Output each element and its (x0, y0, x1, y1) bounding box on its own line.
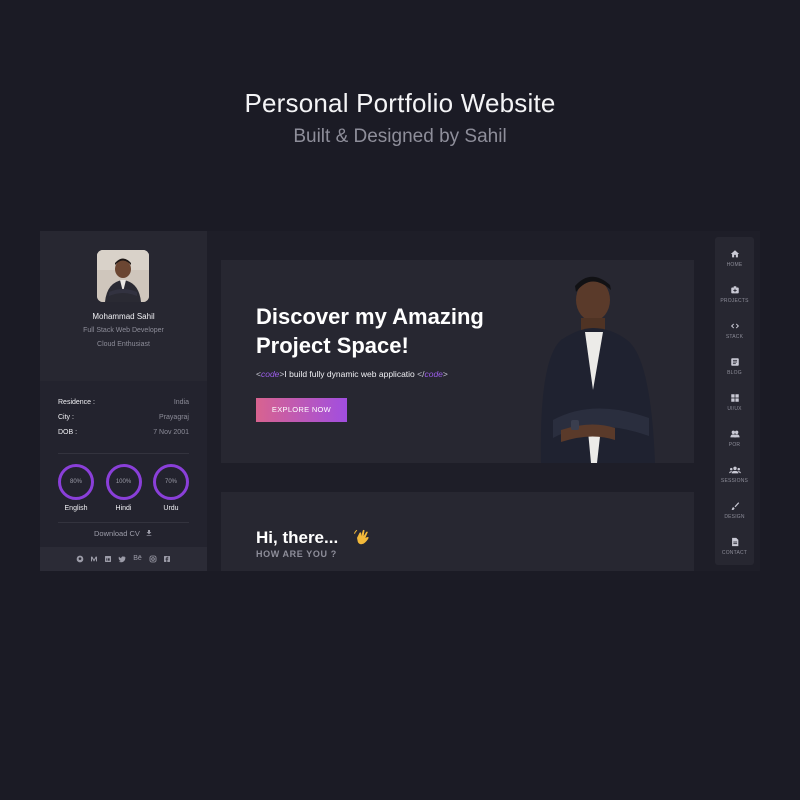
divider (58, 522, 189, 523)
language-name: Urdu (163, 505, 179, 512)
divider (58, 453, 189, 454)
info-key: City : (58, 414, 74, 421)
nav-label: PROJECTS (720, 298, 749, 304)
info-key: DOB : (58, 429, 78, 436)
linkedin-icon[interactable] (104, 555, 112, 563)
behance-icon[interactable]: Bē (132, 555, 143, 563)
code-keyword: code (424, 369, 443, 379)
nav-item-sessions[interactable]: SESSIONS (715, 465, 754, 484)
medium-icon[interactable] (90, 555, 98, 563)
profile-name: Mohammad Sahil (92, 312, 155, 321)
tagline-text: I build fully dynamic web applicatio (284, 369, 418, 379)
nav-label: UI/UX (727, 406, 742, 412)
groups-icon (728, 466, 741, 474)
intro-subtitle: HOW ARE YOU ? (256, 549, 337, 559)
info-row: City : Prayagraj (58, 410, 189, 425)
nav-item-home[interactable]: HOME (715, 249, 754, 268)
projects-icon (730, 286, 739, 294)
portfolio-preview: Mohammad Sahil Full Stack Web Developer … (40, 231, 760, 571)
language-item: 80% English (58, 464, 94, 512)
nav-label: STACK (725, 334, 744, 340)
brush-icon (730, 502, 739, 510)
page-title: Personal Portfolio Website (244, 88, 556, 118)
profile-info: Residence : India City : Prayagraj DOB :… (58, 395, 189, 440)
nav-item-stack[interactable]: STACK (715, 321, 754, 340)
profile-card: Mohammad Sahil Full Stack Web Developer … (40, 231, 207, 381)
hero-portrait (540, 276, 655, 463)
profile-role-secondary: Cloud Enthusiast (97, 341, 150, 348)
page-subtitle: Built & Designed by Sahil (293, 126, 507, 147)
code-bracket: > (442, 369, 448, 379)
progress-ring: 80% (58, 464, 94, 500)
intro-title: Hi, there... (256, 528, 339, 547)
nav-item-design[interactable]: DESIGN (715, 501, 754, 520)
language-item: 70% Urdu (153, 464, 189, 512)
avatar (97, 250, 149, 302)
instagram-icon[interactable] (149, 555, 157, 563)
info-key: Residence : (58, 399, 95, 406)
download-cv-label: Download CV (94, 529, 140, 538)
hero-tagline: <code>I build fully dynamic web applicat… (256, 369, 448, 379)
progress-ring: 100% (105, 464, 142, 500)
progress-ring: 70% (153, 464, 189, 500)
download-icon (146, 530, 152, 536)
profile-sidebar: Mohammad Sahil Full Stack Web Developer … (40, 231, 207, 571)
info-row: Residence : India (58, 395, 189, 410)
nav-label: HOME (726, 262, 743, 268)
nav-item-blog[interactable]: BLOG (715, 357, 754, 376)
home-icon (730, 250, 739, 258)
hero-title-line2: Project Space! (256, 333, 409, 358)
language-name: English (64, 505, 88, 512)
nav-label: DESIGN (724, 514, 745, 520)
code-keyword: code (260, 369, 280, 379)
hero-section: Discover my Amazing Project Space! <code… (221, 260, 694, 463)
waving-hand-icon (354, 529, 369, 545)
nav-item-projects[interactable]: PROJECTS (715, 285, 754, 304)
nav-label: CONTACT (721, 550, 748, 556)
nav-label: SESSIONS (720, 478, 749, 484)
hero-title: Discover my Amazing Project Space! (256, 302, 536, 360)
download-cv-link[interactable]: Download CV (40, 529, 207, 538)
github-icon[interactable] (76, 555, 84, 563)
nav-label: POR (728, 442, 741, 448)
nav-item-por[interactable]: POR (715, 429, 754, 448)
code-icon (730, 323, 739, 329)
people-icon (729, 430, 740, 438)
info-row: DOB : 7 Nov 2001 (58, 425, 189, 440)
nav-label: BLOG (727, 370, 742, 376)
explore-now-button[interactable]: EXPLORE NOW (256, 398, 347, 422)
intro-section: Hi, there... HOW ARE YOU ? (221, 492, 694, 571)
social-links: Bē (40, 547, 207, 571)
language-item: 100% Hindi (105, 464, 142, 512)
info-value: 7 Nov 2001 (153, 429, 189, 436)
side-navigation: HOME PROJECTS STACK BLOG UI/UX POR SESSI… (715, 237, 754, 565)
twitter-icon[interactable] (118, 555, 126, 563)
document-icon (731, 537, 738, 547)
nav-item-uiux[interactable]: UI/UX (715, 393, 754, 412)
language-name: Hindi (115, 505, 132, 512)
nav-item-contact[interactable]: CONTACT (715, 537, 754, 556)
facebook-icon[interactable] (163, 555, 171, 563)
language-skills: 80% English 100% Hindi 70% Urdu (58, 464, 189, 512)
profile-role: Full Stack Web Developer (83, 327, 164, 334)
hero-title-line1: Discover my Amazing (256, 304, 484, 329)
info-value: Prayagraj (159, 414, 189, 421)
blog-icon (730, 358, 739, 366)
dashboard-icon (730, 394, 739, 402)
info-value: India (173, 399, 189, 406)
